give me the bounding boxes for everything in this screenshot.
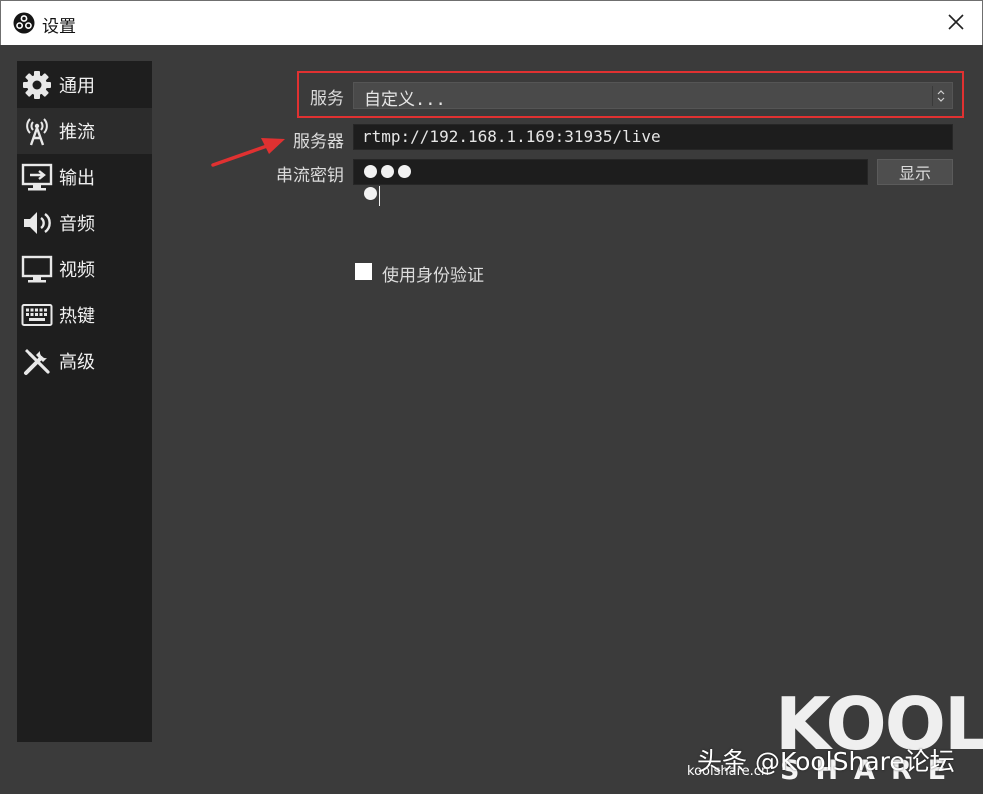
sidebar-item-output[interactable]: 输出 [17,154,152,200]
stream-key-label: 串流密钥 [276,166,344,186]
sidebar-item-hotkeys[interactable]: 热键 [17,292,152,338]
sidebar-item-label: 输出 [59,168,95,189]
watermark-toutiao: 头条 @KoolShare论坛 [697,747,955,776]
stream-key-input[interactable] [353,159,868,206]
server-input-value: rtmp://192.168.1.169:31935/live [362,127,661,146]
sidebar-item-stream[interactable]: 推流 [17,108,152,154]
sidebar-item-audio[interactable]: 音频 [17,200,152,246]
sidebar-item-general[interactable]: 通用 [17,62,152,108]
server-input[interactable]: rtmp://192.168.1.169:31935/live [353,124,953,150]
output-monitor-icon [20,160,54,194]
sidebar-item-label: 音频 [59,214,95,235]
gear-icon [20,68,54,102]
highlight-box [297,71,964,118]
title-bar: 设置 [0,0,983,45]
show-key-button[interactable]: 显示 [877,159,953,185]
keyboard-icon [20,298,54,332]
sidebar-item-label: 推流 [59,122,95,143]
settings-sidebar: 通用 推流 输出 音频 视频 热键 高级 [17,61,152,742]
use-auth-label: 使用身份验证 [382,266,484,286]
sidebar-item-label: 热键 [59,306,95,327]
sidebar-item-label: 高级 [59,352,95,373]
sidebar-item-label: 视频 [59,260,95,281]
use-auth-checkbox[interactable] [355,263,372,280]
sidebar-item-label: 通用 [59,76,95,97]
speaker-icon [20,206,54,240]
broadcast-antenna-icon [20,114,54,148]
masked-key [364,162,431,206]
sidebar-item-video[interactable]: 视频 [17,246,152,292]
sidebar-item-advanced[interactable]: 高级 [17,338,152,384]
close-icon[interactable] [946,12,966,32]
monitor-icon [20,252,54,286]
obs-logo-icon [13,12,35,34]
window-title: 设置 [42,17,76,37]
tools-icon [20,344,54,378]
